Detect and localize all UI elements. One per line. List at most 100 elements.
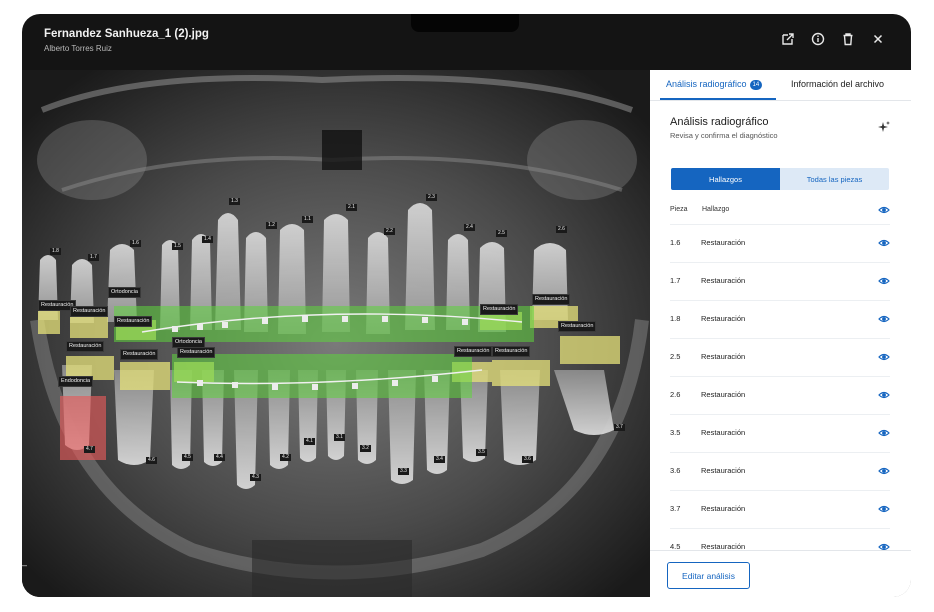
table-row[interactable]: 3.6 Restauración <box>670 452 890 490</box>
tab-informacion[interactable]: Información del archivo <box>791 79 884 89</box>
info-icon[interactable] <box>811 32 825 46</box>
tooth-number: 2.5 <box>496 230 507 237</box>
analysis-panel: Análisis radiográfico 14 Información del … <box>650 70 911 597</box>
findings-count-badge: 14 <box>749 80 763 90</box>
eye-icon[interactable] <box>878 503 890 515</box>
tooth-number: 4.1 <box>304 438 315 445</box>
eye-icon[interactable] <box>878 204 890 216</box>
row-pieza: 1.6 <box>670 238 681 247</box>
table-row[interactable]: 3.5 Restauración <box>670 414 890 452</box>
row-hallazgo: Restauración <box>701 314 746 323</box>
table-row[interactable]: 2.5 Restauración <box>670 338 890 376</box>
panel-title: Análisis radiográfico <box>670 116 769 128</box>
eye-icon[interactable] <box>878 427 890 439</box>
tooth-number: 1.6 <box>130 240 141 247</box>
row-hallazgo: Restauración <box>701 428 746 437</box>
column-hallazgo: Hallazgo <box>702 206 730 213</box>
tooth-number: 3.7 <box>614 424 625 431</box>
top-bar: Fernandez Sanhueza_1 (2).jpg Alberto Tor… <box>22 14 911 70</box>
tooth-number: 1.2 <box>266 222 277 229</box>
finding-label[interactable]: Restauración <box>120 349 159 360</box>
row-pieza: 3.5 <box>670 428 681 437</box>
row-pieza: 3.7 <box>670 504 681 513</box>
trash-icon[interactable] <box>841 32 855 46</box>
tab-analisis[interactable]: Análisis radiográfico 14 <box>666 79 763 90</box>
column-pieza: Pieza <box>670 206 688 213</box>
table-row[interactable]: 1.6 Restauración <box>670 224 890 262</box>
eye-icon[interactable] <box>878 237 890 249</box>
tooth-number: 3.6 <box>522 456 533 463</box>
eye-icon[interactable] <box>878 389 890 401</box>
row-pieza: 2.5 <box>670 352 681 361</box>
finding-label[interactable]: Restauración <box>66 341 105 352</box>
tooth-number: 3.4 <box>434 456 445 463</box>
finding-label[interactable]: Restauración <box>177 347 216 358</box>
row-hallazgo: Restauración <box>701 504 746 513</box>
sparkle-icon[interactable] <box>877 120 891 134</box>
eye-icon[interactable] <box>878 465 890 477</box>
panel-tabs: Análisis radiográfico 14 Información del … <box>650 70 911 101</box>
tooth-number: 3.2 <box>360 445 371 452</box>
tooth-number: 1.7 <box>88 254 99 261</box>
finding-label[interactable]: Restauración <box>480 304 519 315</box>
tooth-number: 3.1 <box>334 434 345 441</box>
tooth-number: 2.3 <box>426 194 437 201</box>
eye-icon[interactable] <box>878 275 890 287</box>
row-hallazgo: Restauración <box>701 390 746 399</box>
findings-table: 1.6 Restauración 1.7 Restauración 1.8 Re… <box>670 224 890 566</box>
tooth-number: 4.4 <box>214 454 225 461</box>
xray-image <box>22 70 650 597</box>
table-row[interactable]: 1.8 Restauración <box>670 300 890 338</box>
tooth-number: 1.8 <box>50 248 61 255</box>
row-hallazgo: Restauración <box>701 352 746 361</box>
finding-label[interactable]: Ortodoncia <box>108 287 141 298</box>
panel-footer: Editar análisis <box>650 550 911 597</box>
eye-icon[interactable] <box>878 313 890 325</box>
segment-todas-las-piezas[interactable]: Todas las piezas <box>780 168 889 190</box>
external-link-icon[interactable] <box>781 32 795 46</box>
tooth-number: 4.6 <box>146 457 157 464</box>
tooth-number: 3.5 <box>476 449 487 456</box>
xray-viewer[interactable]: Restauración Restauración Restauración O… <box>22 70 650 597</box>
file-name: Fernandez Sanhueza_1 (2).jpg <box>44 28 209 40</box>
row-pieza: 3.6 <box>670 466 681 475</box>
tooth-number: 1.4 <box>202 236 213 243</box>
tooth-number: 3.3 <box>398 468 409 475</box>
table-row[interactable]: 1.7 Restauración <box>670 262 890 300</box>
finding-label[interactable]: Restauración <box>532 294 571 305</box>
row-pieza: 1.8 <box>670 314 681 323</box>
edit-analysis-button[interactable]: Editar análisis <box>667 562 750 589</box>
eye-icon[interactable] <box>878 351 890 363</box>
segment-hallazgos[interactable]: Hallazgos <box>671 168 780 190</box>
row-hallazgo: Restauración <box>701 276 746 285</box>
row-pieza: 2.6 <box>670 390 681 399</box>
row-hallazgo: Restauración <box>701 466 746 475</box>
tooth-number: 1.5 <box>172 243 183 250</box>
panel-subtitle: Revisa y confirma el diagnóstico <box>670 131 778 140</box>
finding-label[interactable]: Restauración <box>454 346 493 357</box>
active-tab-indicator <box>660 98 776 100</box>
close-icon[interactable] <box>871 32 885 46</box>
finding-label[interactable]: Restauración <box>558 321 597 332</box>
app-window: Fernandez Sanhueza_1 (2).jpg Alberto Tor… <box>22 14 911 597</box>
tooth-number: 4.5 <box>182 454 193 461</box>
top-actions <box>781 32 885 46</box>
tooth-number: 2.1 <box>346 204 357 211</box>
tooth-number: 2.4 <box>464 224 475 231</box>
row-pieza: 1.7 <box>670 276 681 285</box>
row-hallazgo: Restauración <box>701 238 746 247</box>
finding-label[interactable]: Restauración <box>70 306 109 317</box>
tooth-number: 2.2 <box>384 228 395 235</box>
patient-name: Alberto Torres Ruiz <box>44 44 112 53</box>
tab-analisis-label: Análisis radiográfico <box>666 79 747 89</box>
tooth-number: 2.6 <box>556 226 567 233</box>
view-segmented-control: Hallazgos Todas las piezas <box>671 168 889 190</box>
finding-label[interactable]: Endodoncia <box>58 376 94 387</box>
finding-label[interactable]: Restauración <box>492 346 531 357</box>
collapse-handle-icon[interactable]: – <box>22 560 30 576</box>
table-row[interactable]: 2.6 Restauración <box>670 376 890 414</box>
table-row[interactable]: 3.7 Restauración <box>670 490 890 528</box>
finding-label[interactable]: Restauración <box>114 316 153 327</box>
endodontic-overlay <box>60 396 106 460</box>
tooth-number: 1.1 <box>302 216 313 223</box>
